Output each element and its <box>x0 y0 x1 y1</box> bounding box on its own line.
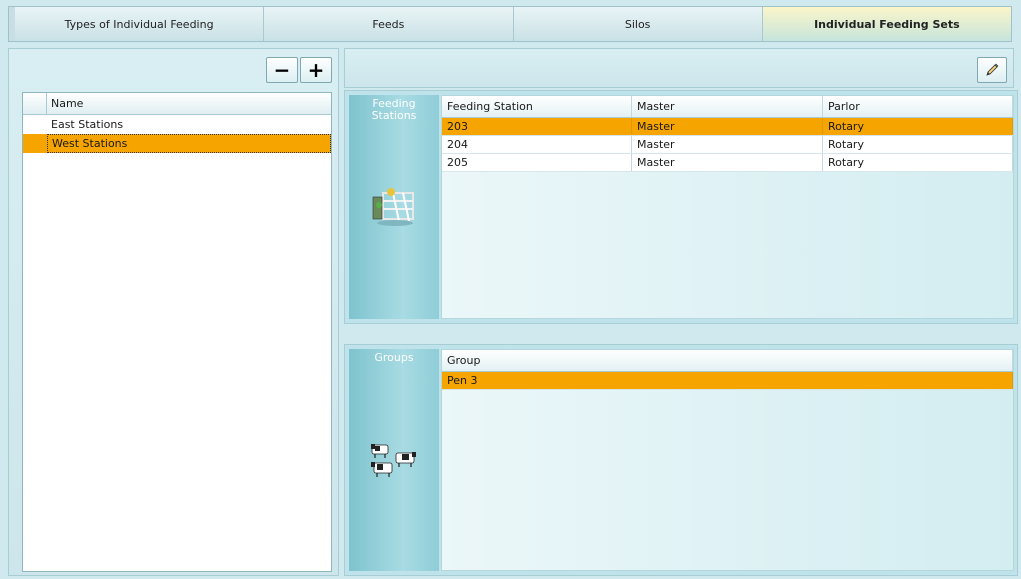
master-cell: Master <box>632 118 823 135</box>
parlor-cell: Rotary <box>823 118 1013 135</box>
tab-individual-feeding-sets[interactable]: Individual Feeding Sets <box>762 7 1011 41</box>
feeding-stations-side-label: Feeding Stations <box>349 95 439 319</box>
group-cell: Pen 3 <box>442 372 1013 389</box>
tab-types-of-individual-feeding[interactable]: Types of Individual Feeding <box>9 7 265 41</box>
list-item-west-stations[interactable]: West Stations <box>23 134 331 153</box>
master-cell: Master <box>632 154 823 171</box>
master-column-header[interactable]: Master <box>632 96 823 117</box>
tab-feeds[interactable]: Feeds <box>264 7 514 41</box>
feeding-station-column-header[interactable]: Feeding Station <box>442 96 632 117</box>
parlor-cell: Rotary <box>823 154 1013 171</box>
feeding-stations-header: Feeding Station Master Parlor <box>442 96 1013 118</box>
table-row[interactable]: 203 Master Rotary <box>442 118 1013 136</box>
groups-header: Group <box>442 350 1013 372</box>
pencil-icon <box>986 63 999 76</box>
row-selector[interactable] <box>23 115 47 134</box>
list-item-east-stations[interactable]: East Stations <box>23 115 331 134</box>
tab-bar: Types of Individual Feeding Feeds Silos … <box>8 6 1012 42</box>
sets-panel: − + Name East Stations West Stations <box>8 48 339 576</box>
groups-label: Groups <box>374 351 414 364</box>
name-column-header[interactable]: Name <box>47 97 83 110</box>
parlor-column-header[interactable]: Parlor <box>823 96 1013 117</box>
details-toolbar <box>344 48 1014 88</box>
feeding-stations-grid: Feeding Station Master Parlor 203 Master… <box>441 95 1014 319</box>
sets-list-header: Name <box>23 93 331 115</box>
master-cell: Master <box>632 136 823 153</box>
edit-button[interactable] <box>977 57 1007 83</box>
add-button[interactable]: + <box>300 57 332 83</box>
list-item-label: West Stations <box>47 134 331 153</box>
table-row[interactable]: 205 Master Rotary <box>442 154 1013 172</box>
row-selector[interactable] <box>23 134 47 153</box>
station-cell: 205 <box>442 154 632 171</box>
list-item-label: East Stations <box>51 118 124 131</box>
parlor-cell: Rotary <box>823 136 1013 153</box>
table-row[interactable]: Pen 3 <box>442 372 1013 390</box>
feeding-stations-label-line2: Stations <box>371 109 417 122</box>
group-column-header[interactable]: Group <box>442 350 1013 371</box>
tab-silos[interactable]: Silos <box>514 7 763 41</box>
groups-side-label: Groups <box>349 349 439 571</box>
table-row[interactable]: 204 Master Rotary <box>442 136 1013 154</box>
row-selector-header <box>23 93 47 114</box>
groups-grid: Group Pen 3 <box>441 349 1014 571</box>
sets-list: Name East Stations West Stations <box>22 92 332 572</box>
feeding-station-icon <box>372 188 414 226</box>
cows-icon <box>371 444 416 477</box>
groups-section: Groups Group Pen 3 <box>344 344 1018 576</box>
remove-button[interactable]: − <box>266 57 298 83</box>
feeding-stations-section: Feeding Stations Feeding Station Master … <box>344 90 1018 324</box>
station-cell: 204 <box>442 136 632 153</box>
list-actions: − + <box>266 57 332 83</box>
station-cell: 203 <box>442 118 632 135</box>
